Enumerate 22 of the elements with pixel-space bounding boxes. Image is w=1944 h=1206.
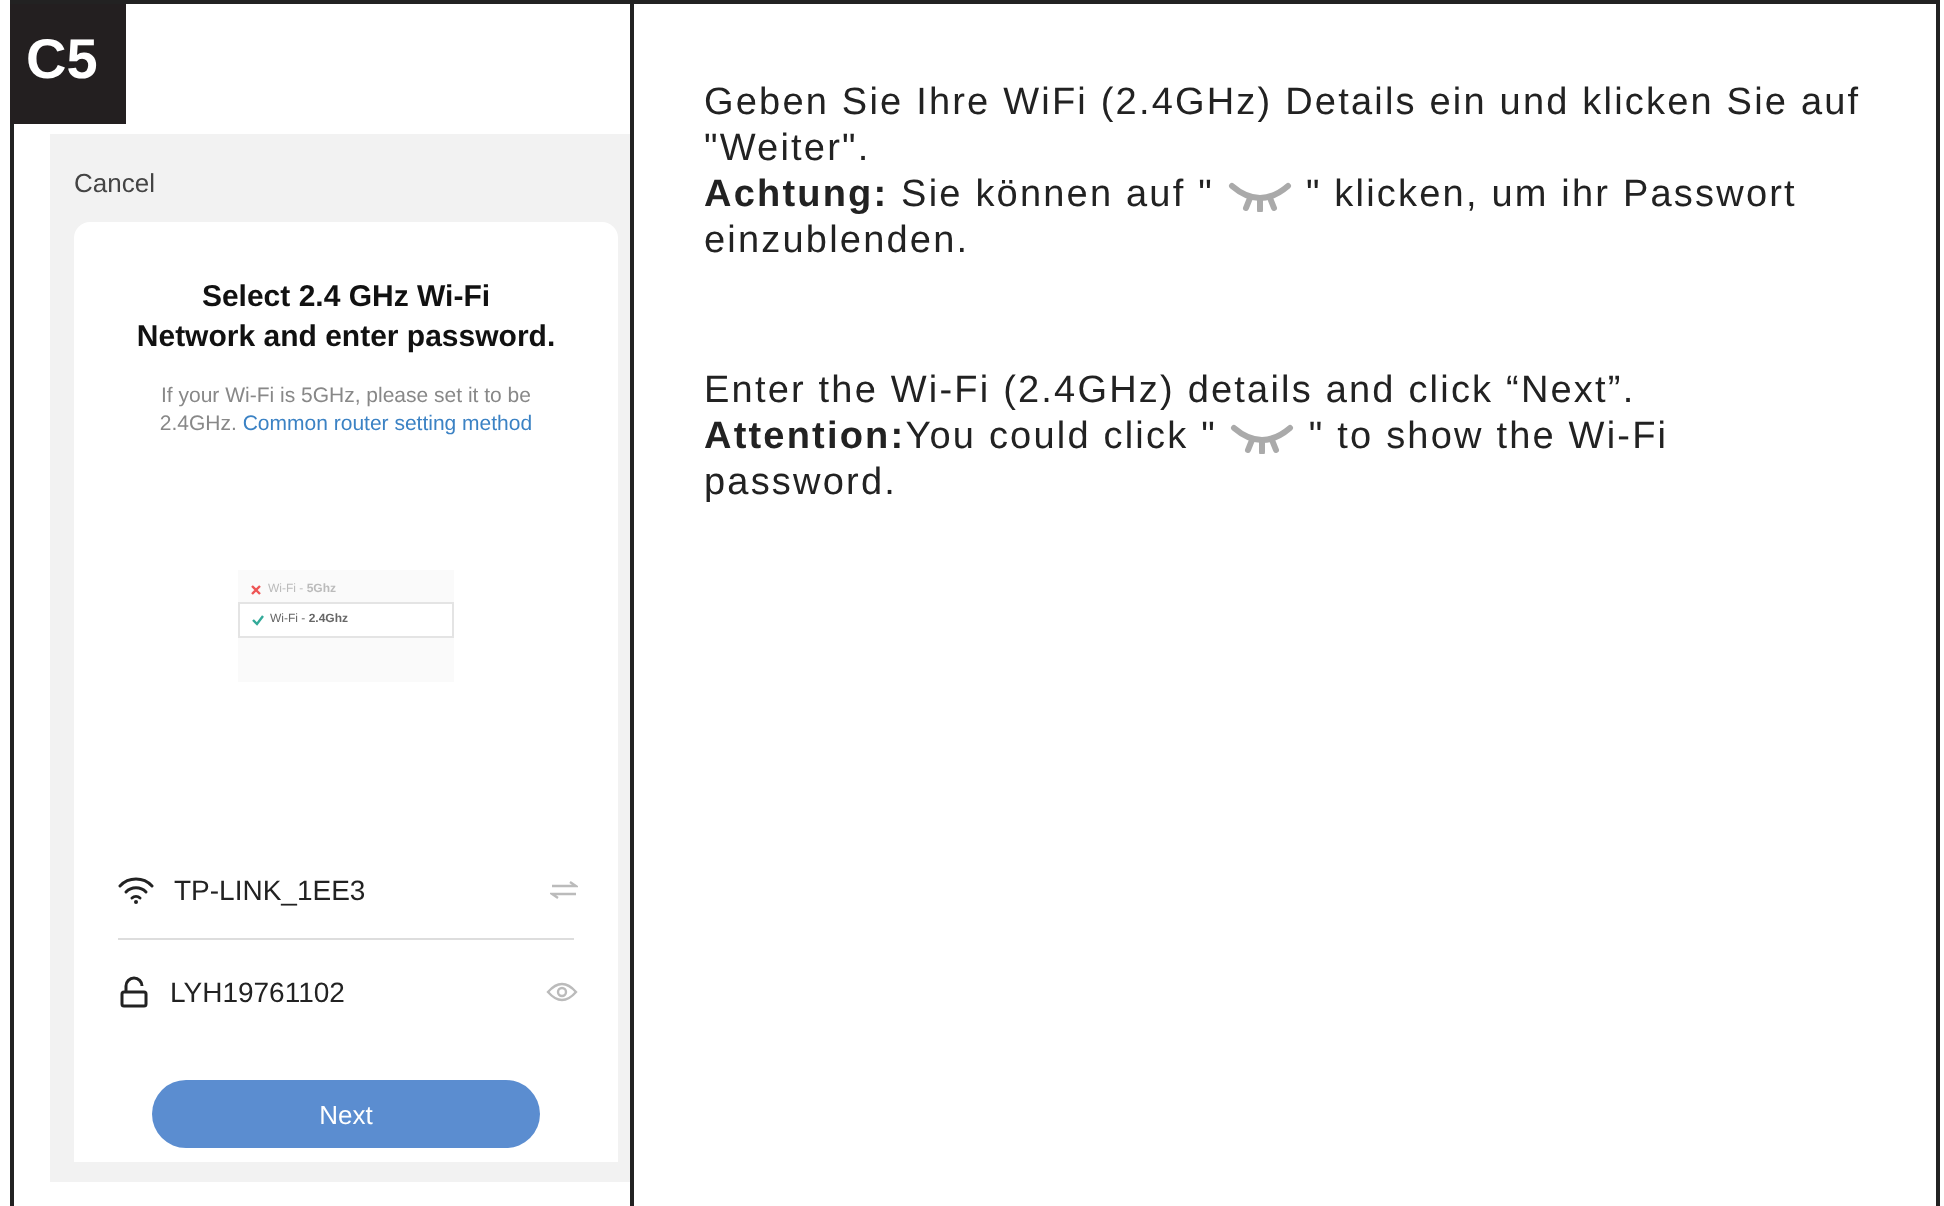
instruction-text: Achtung: Sie können auf " <box>704 174 1214 216</box>
instruction-text: Attention:You could click " <box>704 416 1217 458</box>
eye-icon[interactable] <box>546 982 578 1002</box>
step-badge: C5 <box>10 4 126 124</box>
closed-eye-icon <box>1228 421 1297 454</box>
password-field[interactable]: LYH19761102 <box>170 976 526 1008</box>
instruction-text: Geben Sie Ihre WiFi (2.4GHz) Details ein und klicken Sie auf "Weiter". <box>704 80 1863 172</box>
instruction-text: password. <box>704 460 899 506</box>
instruction-text: Enter the Wi-Fi (2.4GHz) details and click “Next”. <box>704 368 1638 414</box>
closed-eye-icon <box>1225 179 1294 212</box>
hint-text: If your Wi-Fi is 5GHz, please set it to be 2.4GHz. Common router setting method <box>157 382 535 438</box>
router-setting-link[interactable]: Common router setting method <box>242 412 533 436</box>
screen-title: Network and enter password. <box>136 318 556 358</box>
cancel-link[interactable]: Cancel <box>74 134 618 222</box>
wifi-icon <box>118 876 154 904</box>
instruction-text: einzublenden. <box>704 218 972 264</box>
lock-icon <box>118 976 150 1008</box>
swap-icon[interactable] <box>550 880 578 900</box>
network-field[interactable]: TP-LINK_1EE3 <box>174 874 530 906</box>
instruction-text: " klicken, um ihr Passwort <box>1305 174 1797 216</box>
screen-title: Select 2.4 GHz Wi-Fi <box>201 278 491 318</box>
instruction-text: " to show the Wi-Fi <box>1308 416 1669 458</box>
